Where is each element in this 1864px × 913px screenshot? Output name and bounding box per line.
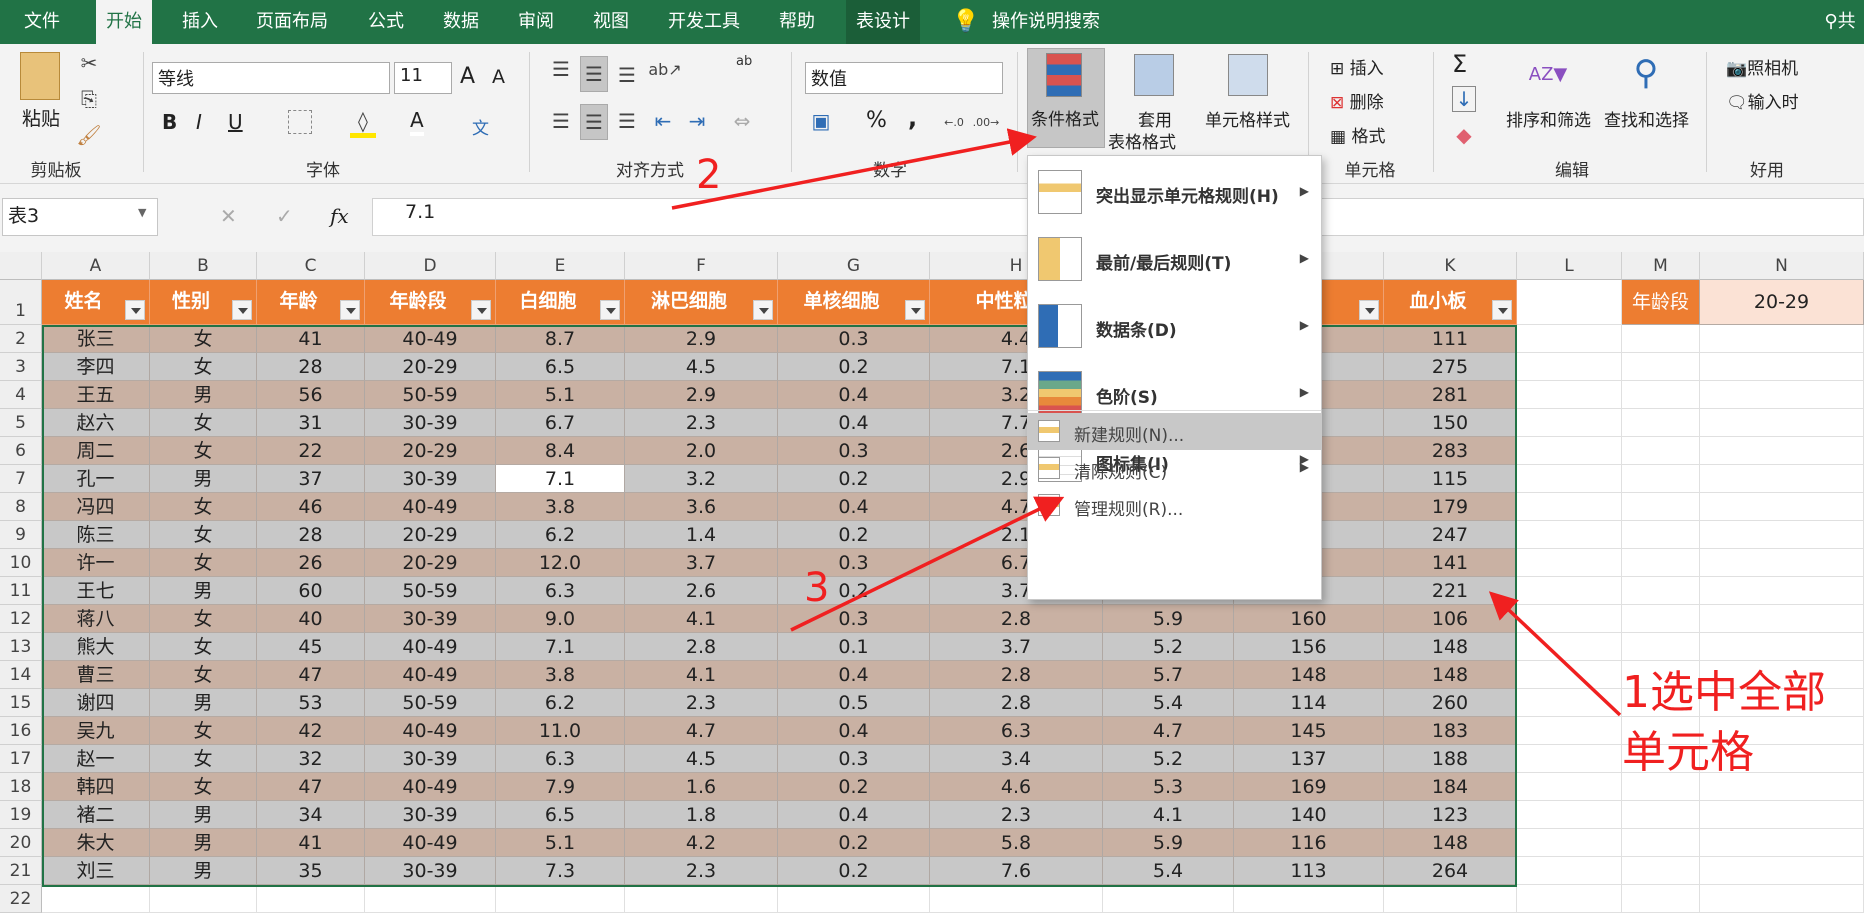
annotation-arrow-2: [671, 128, 1037, 210]
annotation-arrow-1: [1488, 591, 1622, 717]
annotation-arrow-3: [790, 496, 1065, 632]
annotation-step-1-line1: 1选中全部: [1622, 667, 1826, 718]
annotation-step-1-line2: 单元格: [1622, 727, 1754, 778]
annotation-layer: [671, 128, 1622, 717]
annotation-step-2: 2: [696, 152, 722, 198]
annotation-step-3: 3: [804, 565, 830, 611]
